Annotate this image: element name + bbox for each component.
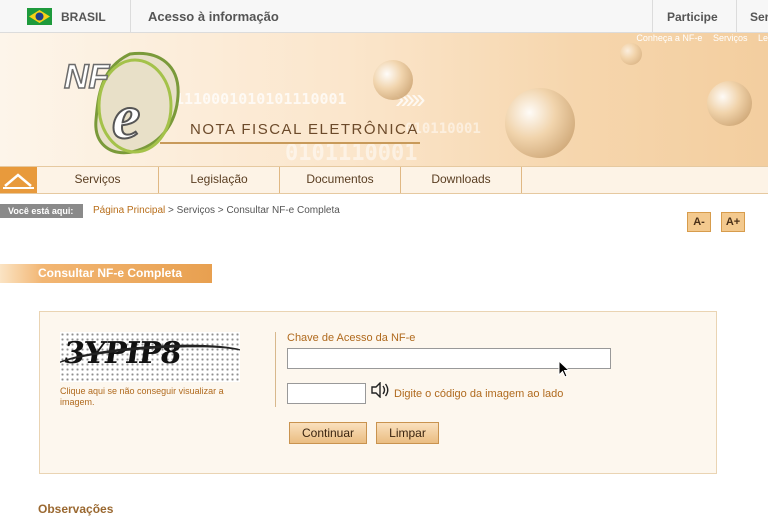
home-button[interactable] bbox=[0, 167, 37, 193]
chave-acesso-label: Chave de Acesso da NF-e bbox=[287, 332, 416, 344]
banner-orb bbox=[505, 88, 575, 158]
banner-orb bbox=[373, 60, 413, 100]
divider bbox=[652, 0, 653, 33]
banner-orb bbox=[620, 43, 642, 65]
breadcrumb-path: Página Principal > Serviços > Consultar … bbox=[93, 205, 340, 216]
logo-nf-text: NF bbox=[64, 58, 111, 96]
main-nav: Serviços Legislação Documentos Downloads bbox=[0, 166, 768, 194]
divider bbox=[736, 0, 737, 33]
captcha-image: 3YPIP8 bbox=[60, 332, 240, 382]
home-icon bbox=[3, 173, 34, 189]
banner-rule bbox=[160, 142, 420, 144]
servicos-gov-link[interactable]: Ser bbox=[750, 10, 768, 24]
legislacao-top-link[interactable]: Le bbox=[758, 33, 768, 43]
servicos-top-link[interactable]: Serviços bbox=[713, 33, 748, 43]
breadcrumb-current: Consultar NF-e Completa bbox=[226, 205, 340, 216]
country-link[interactable]: BRASIL bbox=[61, 10, 106, 24]
breadcrumb-separator: > bbox=[215, 205, 227, 216]
speaker-icon[interactable] bbox=[370, 382, 390, 398]
gov-bar: BRASIL Acesso à informação Participe Ser bbox=[0, 0, 768, 33]
divider bbox=[130, 0, 131, 33]
page-title: Consultar NF-e Completa bbox=[38, 266, 183, 280]
breadcrumb-separator: > bbox=[165, 205, 177, 216]
logo-e-text: e bbox=[112, 81, 140, 152]
banner-binary-text: 0101110001 bbox=[285, 141, 418, 166]
nav-item-downloads[interactable]: Downloads bbox=[401, 167, 522, 193]
limpar-button[interactable]: Limpar bbox=[376, 422, 439, 444]
mouse-cursor-icon bbox=[558, 360, 570, 378]
captcha-code-input[interactable] bbox=[287, 383, 366, 404]
nav-item-documentos[interactable]: Documentos bbox=[280, 167, 401, 193]
section-heading: Consultar NF-e Completa bbox=[0, 264, 212, 283]
captcha-code-label: Digite o código da imagem ao lado bbox=[394, 388, 564, 400]
continuar-button[interactable]: Continuar bbox=[289, 422, 367, 444]
breadcrumb-home-link[interactable]: Página Principal bbox=[93, 205, 165, 216]
observacoes-heading: Observações bbox=[38, 502, 114, 516]
brazil-flag-icon bbox=[27, 8, 52, 25]
font-decrease-button[interactable]: A- bbox=[687, 212, 711, 232]
conheca-nfe-link[interactable]: Conheça a NF-e bbox=[636, 33, 702, 43]
banner-binary-text: 1110001010101110001 bbox=[175, 90, 347, 108]
header-banner: Conheça a NF-e Serviços Le 1110001010101… bbox=[0, 33, 768, 166]
captcha-refresh-link[interactable]: Clique aqui se não conseguir visualizar … bbox=[60, 386, 250, 408]
nav-item-servicos[interactable]: Serviços bbox=[37, 167, 159, 193]
nav-item-legislacao[interactable]: Legislação bbox=[159, 167, 280, 193]
font-increase-button[interactable]: A+ bbox=[721, 212, 745, 232]
participe-link[interactable]: Participe bbox=[667, 10, 718, 24]
banner-title: NOTA FISCAL ELETRÔNICA bbox=[190, 121, 419, 138]
top-links: Conheça a NF-e Serviços Le bbox=[628, 33, 768, 43]
breadcrumb-servicos-link[interactable]: Serviços bbox=[177, 205, 215, 216]
divider bbox=[275, 332, 276, 407]
breadcrumb-label: Você está aqui: bbox=[0, 204, 83, 218]
acesso-informacao-link[interactable]: Acesso à informação bbox=[148, 9, 279, 24]
consulta-form: 3YPIP8 Clique aqui se não conseguir visu… bbox=[39, 311, 717, 474]
banner-orb bbox=[707, 81, 752, 126]
